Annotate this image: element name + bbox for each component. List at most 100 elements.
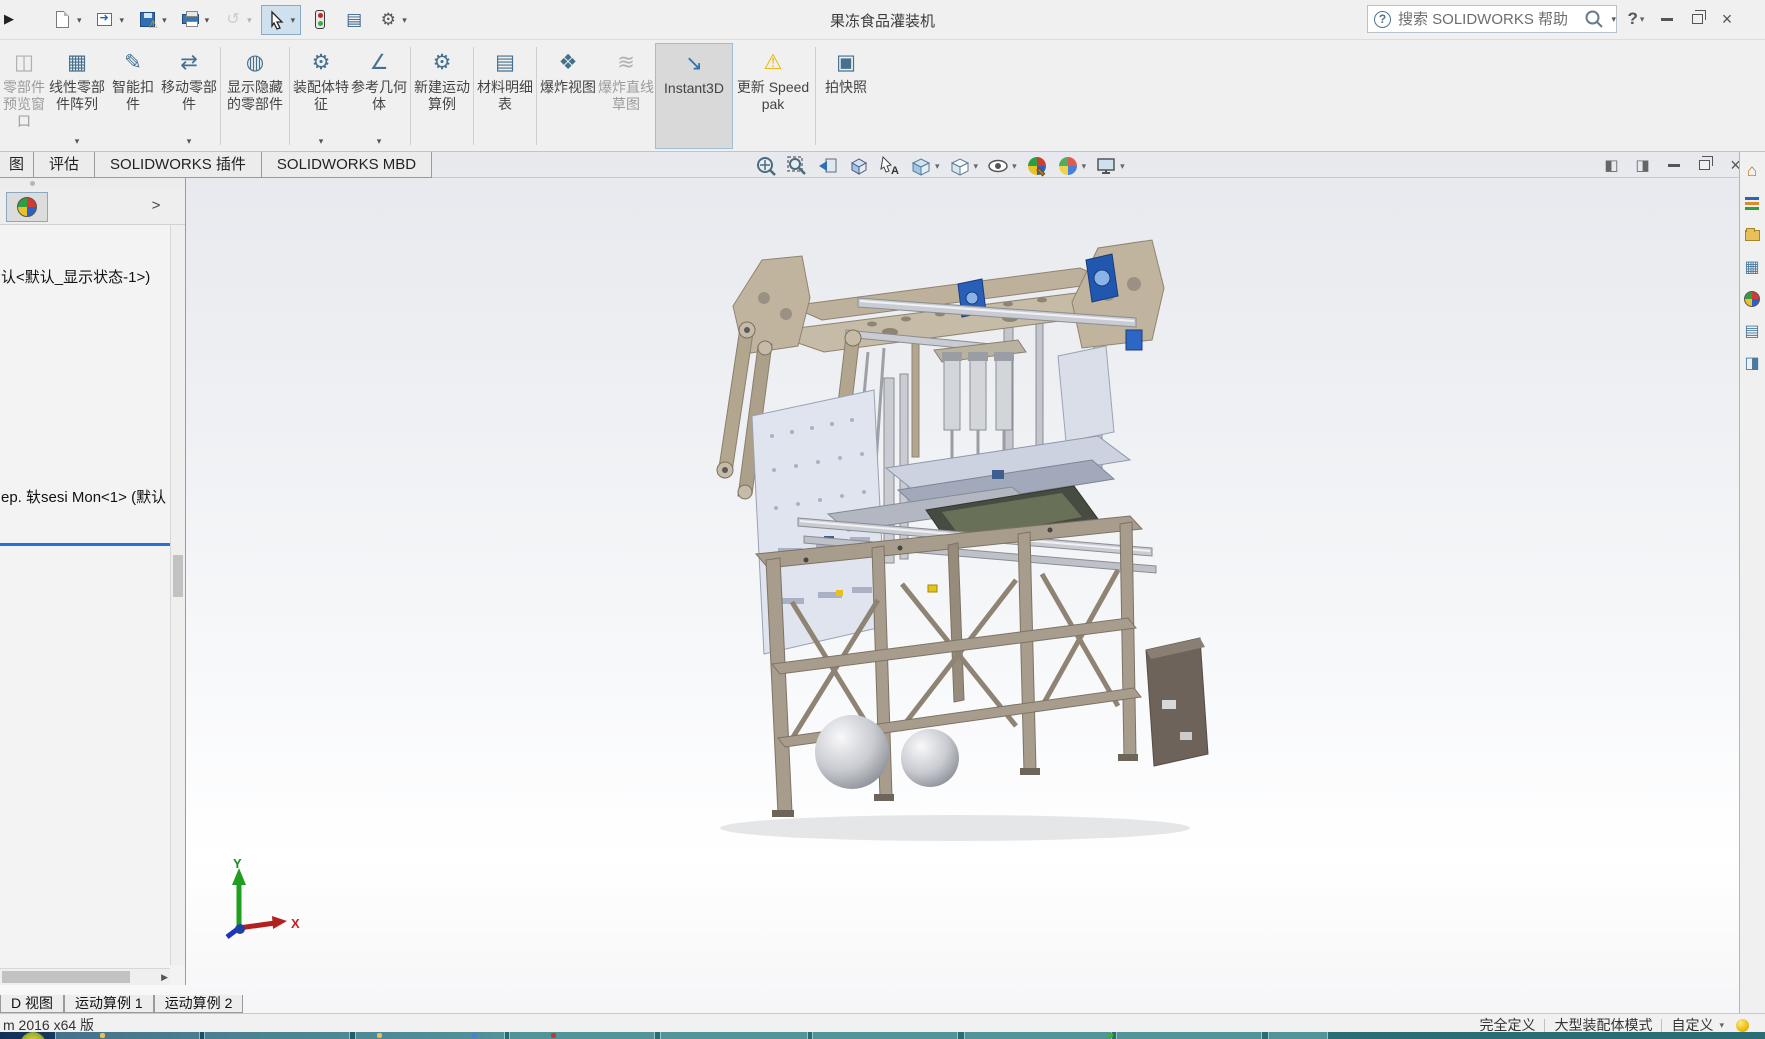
- view-settings-caret-icon[interactable]: ▾: [1120, 161, 1125, 172]
- custom-caret-icon[interactable]: ▾: [1719, 1020, 1724, 1031]
- taskbar-item[interactable]: [964, 1032, 1112, 1039]
- taskbar-item[interactable]: [1116, 1032, 1262, 1039]
- task-pane-home-icon[interactable]: ⌂: [1740, 158, 1764, 184]
- vertical-scroll-thumb[interactable]: [173, 555, 183, 597]
- panel-grip[interactable]: [0, 178, 185, 189]
- assembly-features-caret-icon[interactable]: ▾: [319, 136, 324, 147]
- linear-component-pattern-button[interactable]: ▦线性零部件阵列▾: [48, 43, 106, 149]
- group-separator: [220, 47, 221, 145]
- open-document-caret-icon[interactable]: ▾: [120, 15, 125, 26]
- detail-list-button[interactable]: ▤: [339, 5, 369, 35]
- panel-vertical-scrollbar[interactable]: [170, 225, 185, 965]
- previous-view-button[interactable]: [817, 155, 839, 177]
- reference-geometry-button[interactable]: ∠参考几何体▾: [350, 43, 408, 149]
- move-component-caret-icon[interactable]: ▾: [187, 136, 192, 147]
- next-document-icon[interactable]: ◨: [1627, 155, 1658, 175]
- bill-of-materials-button[interactable]: ▤材料明细表: [476, 43, 534, 149]
- tree-item-configuration[interactable]: 认<默认_显示状态-1>): [1, 266, 169, 287]
- scroll-right-arrow-icon[interactable]: ▶: [161, 971, 168, 984]
- instant3d-button[interactable]: ↘Instant3D: [655, 43, 733, 149]
- view-annotations-button[interactable]: A: [879, 155, 901, 177]
- bottom-tab-2[interactable]: 运动算例 2: [154, 995, 244, 1013]
- task-pane-view-palette-icon[interactable]: ▦: [1740, 254, 1764, 280]
- print-caret-icon[interactable]: ▾: [205, 15, 210, 26]
- tab-partial[interactable]: 图: [0, 152, 34, 177]
- select-cursor-button[interactable]: ▾: [261, 5, 302, 35]
- display-style-button[interactable]: ▾: [949, 155, 979, 177]
- status-sphere-icon[interactable]: [1736, 1019, 1749, 1032]
- task-pane-document-panel-icon[interactable]: ◨: [1740, 350, 1764, 376]
- search-icon[interactable]: [1584, 9, 1604, 29]
- tab-solidworks-mbd[interactable]: SOLIDWORKS MBD: [262, 152, 432, 177]
- zoom-to-fit-button[interactable]: [755, 155, 777, 177]
- open-document-button[interactable]: ▾: [91, 5, 130, 35]
- print-button[interactable]: ▾: [176, 5, 215, 35]
- panel-expand-arrow[interactable]: >: [144, 193, 168, 219]
- exploded-view-button[interactable]: ❖爆炸视图: [539, 43, 597, 149]
- taskbar-item[interactable]: [509, 1032, 655, 1039]
- assembly-features-button[interactable]: ⚙装配体特征▾: [292, 43, 350, 149]
- minimize-button[interactable]: [1652, 6, 1682, 32]
- horizontal-scroll-thumb[interactable]: [2, 971, 130, 983]
- tab-评估[interactable]: 评估: [34, 152, 95, 177]
- doc-minimize-button[interactable]: [1658, 155, 1689, 175]
- search-scope-caret-icon[interactable]: ▾: [1611, 14, 1616, 25]
- taskbar-item[interactable]: [204, 1032, 350, 1039]
- hide-show-items-caret-icon[interactable]: ▾: [1012, 161, 1017, 172]
- taskbar-item[interactable]: [812, 1032, 958, 1039]
- group-separator: [473, 47, 474, 145]
- task-pane-appearances-icon[interactable]: [1740, 286, 1764, 312]
- task-pane-design-library-icon[interactable]: [1740, 190, 1764, 216]
- section-view-icon: [848, 155, 870, 177]
- view-settings-button[interactable]: ▾: [1095, 155, 1125, 177]
- update-speedpak-button[interactable]: ⚠更新 Speedpak: [733, 43, 813, 149]
- undo-caret-icon[interactable]: ▾: [247, 15, 252, 26]
- reference-geometry-caret-icon[interactable]: ▾: [377, 136, 382, 147]
- undo-button[interactable]: ↺▾: [218, 5, 257, 35]
- search-box[interactable]: ? ▾: [1367, 5, 1617, 33]
- help-button[interactable]: ?▾: [1622, 6, 1652, 32]
- take-snapshot-button[interactable]: ▣拍快照: [818, 43, 874, 149]
- edit-appearance-button[interactable]: [1026, 155, 1048, 177]
- smart-fasteners-button[interactable]: ✎智能扣件: [106, 43, 160, 149]
- new-document-button[interactable]: ▾: [48, 5, 87, 35]
- search-input[interactable]: [1396, 10, 1584, 29]
- taskbar-item[interactable]: [1268, 1032, 1328, 1039]
- configuration-manager-tab[interactable]: [6, 192, 48, 222]
- select-cursor-caret-icon[interactable]: ▾: [291, 15, 296, 26]
- bottom-tab-1[interactable]: 运动算例 1: [64, 995, 154, 1013]
- task-pane-custom-properties-icon[interactable]: ▤: [1740, 318, 1764, 344]
- menu-flyout-icon[interactable]: ▶: [4, 9, 18, 29]
- doc-restore-button[interactable]: [1689, 155, 1720, 175]
- move-component-button[interactable]: ⇄移动零部件▾: [160, 43, 218, 149]
- display-style-caret-icon[interactable]: ▾: [974, 161, 979, 172]
- windows-taskbar[interactable]: [0, 1032, 1765, 1039]
- previous-document-icon[interactable]: ◧: [1596, 155, 1627, 175]
- save-caret-icon[interactable]: ▾: [162, 15, 167, 26]
- tree-item-component[interactable]: ep. 轪sesi Mon<1> (默认: [1, 486, 169, 507]
- show-hidden-components-button[interactable]: ◍显示隐藏的零部件: [223, 43, 287, 149]
- zoom-to-area-button[interactable]: [786, 155, 808, 177]
- stoplight-button[interactable]: [305, 5, 335, 35]
- options-gear-button[interactable]: ⚙▾: [373, 5, 412, 35]
- view-orientation-button[interactable]: ▾: [910, 155, 940, 177]
- apply-scene-caret-icon[interactable]: ▾: [1082, 161, 1087, 172]
- new-motion-study-button[interactable]: ⚙新建运动算例: [413, 43, 471, 149]
- taskbar-item[interactable]: [660, 1032, 808, 1039]
- hide-show-items-button[interactable]: ▾: [987, 155, 1017, 177]
- bottom-tab-0[interactable]: D 视图: [0, 995, 64, 1013]
- new-document-caret-icon[interactable]: ▾: [77, 15, 82, 26]
- task-pane-file-explorer-icon[interactable]: [1740, 222, 1764, 248]
- section-view-button[interactable]: [848, 155, 870, 177]
- start-orb-icon[interactable]: [20, 1032, 46, 1039]
- panel-horizontal-scrollbar[interactable]: ▶: [0, 968, 170, 985]
- taskbar-item[interactable]: [55, 1032, 200, 1039]
- restore-button[interactable]: [1682, 6, 1712, 32]
- save-button[interactable]: ▾: [133, 5, 172, 35]
- view-orientation-caret-icon[interactable]: ▾: [935, 161, 940, 172]
- linear-component-pattern-caret-icon[interactable]: ▾: [75, 136, 80, 147]
- apply-scene-button[interactable]: ▾: [1057, 155, 1087, 177]
- close-button[interactable]: ×: [1712, 6, 1742, 32]
- tab-solidworks-插件[interactable]: SOLIDWORKS 插件: [95, 152, 262, 177]
- options-gear-caret-icon[interactable]: ▾: [402, 15, 407, 26]
